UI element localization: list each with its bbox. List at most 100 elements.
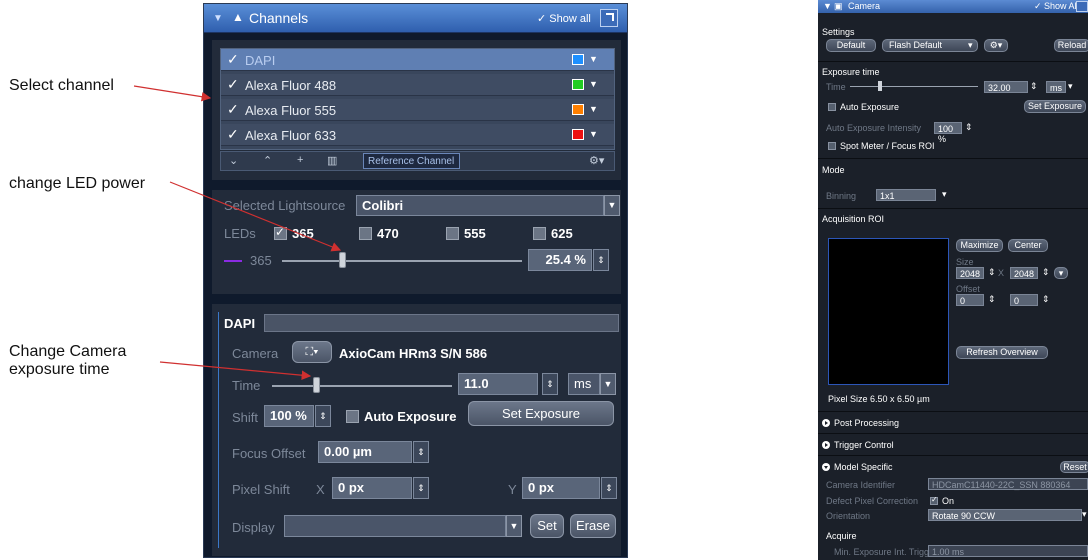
- reload-button[interactable]: Reload: [1054, 39, 1088, 52]
- led-power-slider-thumb[interactable]: [339, 252, 346, 268]
- chevron-down-icon[interactable]: ▼: [589, 129, 598, 139]
- spinner-icon[interactable]: ⇕: [988, 294, 996, 305]
- spinner-icon[interactable]: ⇕: [315, 405, 331, 427]
- led-power-slider[interactable]: [282, 260, 522, 262]
- popout-icon[interactable]: [1076, 1, 1088, 12]
- checkbox-icon[interactable]: ✓: [227, 101, 239, 118]
- spinner-icon[interactable]: ⇕: [601, 477, 617, 499]
- model-specific-label[interactable]: Model Specific: [834, 462, 893, 472]
- show-all-button[interactable]: ✓ Show all: [537, 12, 591, 25]
- channel-color-swatch[interactable]: [572, 79, 584, 90]
- exposure-time-slider[interactable]: [850, 86, 978, 87]
- time-unit-select[interactable]: ms: [568, 373, 600, 395]
- spinner-icon[interactable]: ⇕: [1042, 267, 1050, 278]
- gear-icon[interactable]: ⚙▾: [589, 154, 604, 167]
- display-select[interactable]: [284, 515, 506, 537]
- set-exposure-button[interactable]: Set Exposure: [468, 401, 614, 426]
- camera-header[interactable]: ▼ ▣ Camera ✓ Show All: [818, 0, 1088, 13]
- spot-meter-checkbox[interactable]: [828, 142, 836, 150]
- time-slider-thumb[interactable]: [313, 377, 320, 393]
- reference-channel-button[interactable]: Reference Channel: [363, 153, 460, 169]
- binning-select[interactable]: 1x1: [876, 189, 936, 201]
- move-down-icon[interactable]: ⌄: [229, 154, 238, 167]
- lightsource-select[interactable]: Colibri: [356, 195, 604, 216]
- time-input[interactable]: 11.0: [458, 373, 538, 395]
- maximize-button[interactable]: Maximize: [956, 239, 1003, 252]
- checkbox-icon[interactable]: ✓: [227, 51, 239, 68]
- spinner-icon[interactable]: ⇕: [542, 373, 558, 395]
- post-processing-label[interactable]: Post Processing: [834, 418, 899, 428]
- checkbox-icon[interactable]: ✓: [227, 76, 239, 93]
- trigger-control-label[interactable]: Trigger Control: [834, 440, 894, 450]
- led-365-checkbox[interactable]: ✓: [274, 225, 287, 240]
- chevron-down-icon[interactable]: ▼: [589, 54, 598, 64]
- refresh-overview-button[interactable]: Refresh Overview: [956, 346, 1048, 359]
- channel-color-swatch[interactable]: [572, 129, 584, 140]
- led-625-checkbox[interactable]: [533, 227, 546, 240]
- spinner-icon[interactable]: ⇕: [413, 441, 429, 463]
- defect-pixel-checkbox[interactable]: ✓: [930, 495, 938, 505]
- expand-icon[interactable]: [822, 441, 830, 449]
- spinner-icon[interactable]: ⇕: [1042, 294, 1050, 305]
- channel-row-dapi[interactable]: ✓ DAPI ▼: [221, 49, 614, 71]
- collapse-triangle-icon[interactable]: ▼: [823, 1, 832, 11]
- center-button[interactable]: Center: [1008, 239, 1048, 252]
- chevron-down-icon[interactable]: ▾: [942, 189, 947, 200]
- move-up-icon[interactable]: ⌃: [263, 154, 272, 167]
- popout-icon[interactable]: [600, 9, 618, 27]
- channel-row-af488[interactable]: ✓ Alexa Fluor 488 ▼: [221, 74, 614, 96]
- default-button[interactable]: Default: [826, 39, 876, 52]
- focus-offset-input[interactable]: 0.00 µm: [318, 441, 412, 463]
- checkbox-icon[interactable]: ✓: [227, 126, 239, 143]
- auto-exposure-checkbox[interactable]: [346, 410, 359, 423]
- channel-row-af633[interactable]: ✓ Alexa Fluor 633 ▼: [221, 124, 614, 146]
- auto-exposure-intensity-input[interactable]: 100 %: [934, 122, 962, 144]
- chevron-down-icon[interactable]: ▼: [589, 79, 598, 89]
- chevron-down-icon[interactable]: ▾: [968, 40, 973, 51]
- led-470-checkbox[interactable]: [359, 227, 372, 240]
- roi-preview[interactable]: [828, 238, 949, 385]
- channels-header[interactable]: ▼ ▲ Channels ✓ Show all: [204, 4, 627, 33]
- pixel-shift-x-input[interactable]: 0 px: [332, 477, 412, 499]
- erase-button[interactable]: Erase: [570, 514, 616, 538]
- trash-icon[interactable]: ▥: [327, 154, 337, 167]
- offset-y-input[interactable]: 0: [1010, 294, 1038, 306]
- auto-exposure-checkbox[interactable]: [828, 103, 836, 111]
- shift-input[interactable]: 100 %: [264, 405, 314, 427]
- spinner-icon[interactable]: ⇕: [965, 122, 973, 133]
- time-slider[interactable]: [272, 385, 452, 387]
- set-exposure-button[interactable]: Set Exposure: [1024, 100, 1086, 113]
- exposure-unit-select[interactable]: ms: [1046, 81, 1066, 93]
- chevron-down-icon[interactable]: ▾: [1054, 267, 1068, 279]
- orientation-select[interactable]: Rotate 90 CCW: [928, 509, 1082, 521]
- spinner-icon[interactable]: ⇕: [593, 249, 609, 271]
- size-width-input[interactable]: 2048: [956, 267, 984, 279]
- spinner-icon[interactable]: ⇕: [413, 477, 429, 499]
- preset-select[interactable]: Flash Default: [882, 39, 978, 52]
- chevron-down-icon[interactable]: ▾: [1082, 509, 1087, 520]
- chevron-down-icon[interactable]: ▼: [600, 373, 616, 395]
- set-button[interactable]: Set: [530, 514, 564, 538]
- camera-select-button[interactable]: ⛶▾: [292, 341, 332, 363]
- chevron-down-icon[interactable]: ▾: [1068, 81, 1073, 92]
- pixel-shift-y-input[interactable]: 0 px: [522, 477, 600, 499]
- gear-icon[interactable]: ⚙▾: [984, 39, 1008, 52]
- reset-button[interactable]: Reset: [1060, 461, 1088, 473]
- chevron-down-icon[interactable]: ▼: [506, 515, 522, 537]
- led-power-input[interactable]: 25.4 %: [528, 249, 592, 271]
- channel-row-af555[interactable]: ✓ Alexa Fluor 555 ▼: [221, 99, 614, 121]
- collapse-icon[interactable]: [822, 463, 830, 471]
- channel-color-swatch[interactable]: [572, 54, 584, 65]
- size-height-input[interactable]: 2048: [1010, 267, 1038, 279]
- offset-x-input[interactable]: 0: [956, 294, 984, 306]
- channel-color-swatch[interactable]: [572, 104, 584, 115]
- dapi-name-field[interactable]: [264, 314, 619, 332]
- exposure-time-slider-thumb[interactable]: [878, 81, 882, 91]
- show-all-button[interactable]: ✓ Show All: [1034, 1, 1079, 12]
- expand-icon[interactable]: [822, 419, 830, 427]
- spinner-icon[interactable]: ⇕: [988, 267, 996, 278]
- chevron-down-icon[interactable]: ▼: [604, 195, 620, 216]
- chevron-down-icon[interactable]: ▼: [589, 104, 598, 114]
- collapse-triangle-icon[interactable]: ▼: [213, 13, 223, 24]
- exposure-time-input[interactable]: 32.00: [984, 81, 1028, 93]
